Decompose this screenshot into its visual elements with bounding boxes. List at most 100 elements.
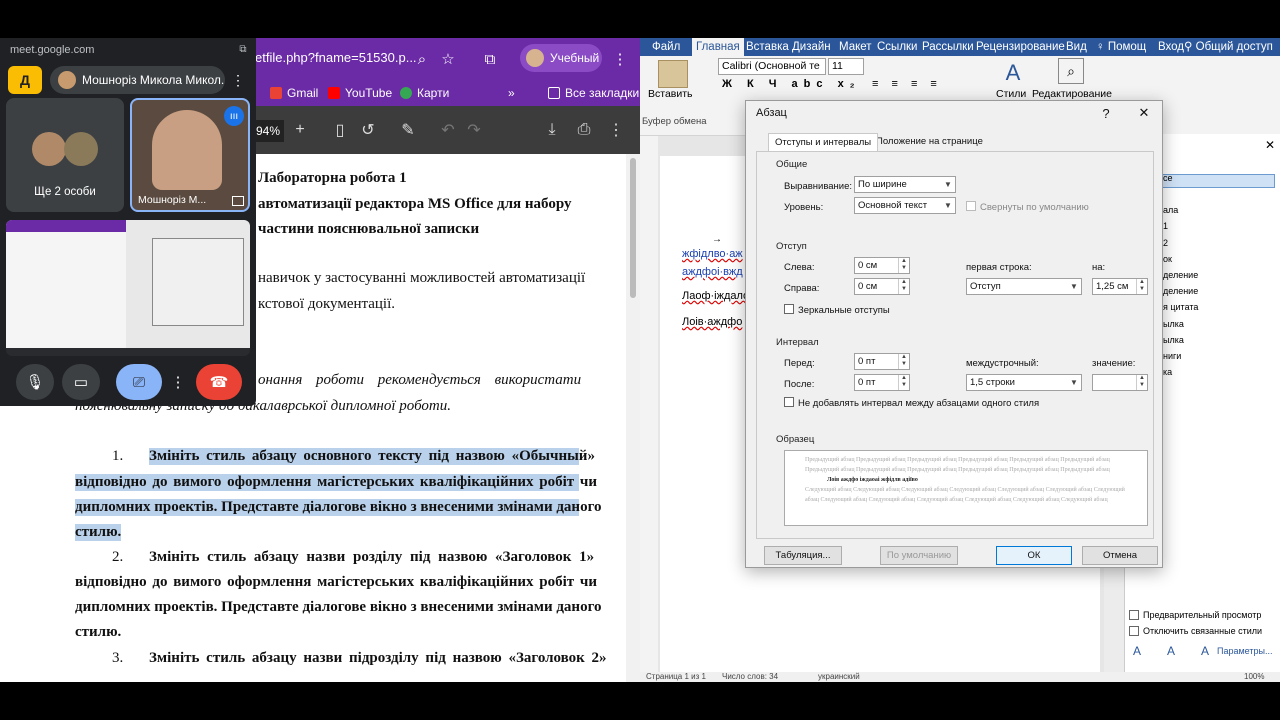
styles-label[interactable]: Стили	[996, 88, 1026, 100]
ok-button[interactable]: ОК	[996, 546, 1072, 565]
tab-insert[interactable]: Вставка	[746, 38, 789, 56]
style-item[interactable]: ылка	[1163, 332, 1198, 348]
tab-file[interactable]: Файл	[652, 38, 680, 56]
help-icon[interactable]: ?	[1096, 104, 1116, 122]
spin-arrows-icon[interactable]: ▲ ▼	[898, 279, 909, 294]
tab-layout[interactable]: Макет	[839, 38, 872, 56]
spin-arrows-icon[interactable]: ▲ ▼	[1136, 279, 1147, 294]
linked-styles-checkbox[interactable]	[1129, 626, 1139, 636]
zoom-in-icon[interactable]: +	[288, 118, 312, 142]
style-item[interactable]: деление	[1163, 267, 1198, 283]
paragraph-buttons[interactable]: ≡ ≡ ≡ ≡	[872, 78, 942, 90]
more-icon[interactable]: ⋮	[228, 68, 248, 92]
style-action-icons[interactable]: A A A	[1133, 644, 1221, 658]
mirror-indents-checkbox[interactable]	[784, 304, 794, 314]
first-line-select[interactable]: Отступ ▼	[966, 278, 1082, 295]
paste-icon[interactable]	[658, 60, 688, 88]
linked-styles-option[interactable]: Отключить связанные стили	[1129, 626, 1262, 636]
alignment-select[interactable]: По ширине ▼	[854, 176, 956, 193]
tab-home[interactable]: Главная	[692, 38, 744, 56]
tab-design[interactable]: Дизайн	[792, 38, 831, 56]
pip-return-icon[interactable]: ⧉	[236, 42, 250, 56]
zoom-input[interactable]: 94%	[252, 120, 284, 142]
style-item[interactable]: ылка	[1163, 316, 1198, 332]
sign-in[interactable]: Вход	[1158, 38, 1184, 56]
tab-references[interactable]: Ссылки	[877, 38, 918, 56]
fit-page-icon[interactable]: ▯	[328, 118, 352, 142]
spacing-after-input[interactable]: 0 пт ▲ ▼	[854, 374, 910, 391]
style-item[interactable]: ниги	[1163, 348, 1198, 364]
search-icon[interactable]: ⌕	[410, 47, 434, 71]
line-spacing-at-input[interactable]: ▲ ▼	[1092, 374, 1148, 391]
tab-view[interactable]: Вид	[1066, 38, 1087, 56]
microphone-icon[interactable]: 🎙	[16, 364, 54, 400]
tell-me[interactable]: ♀ Помощ	[1096, 38, 1146, 56]
style-item[interactable]: ала	[1163, 202, 1198, 218]
style-item[interactable]: се	[1163, 170, 1198, 186]
paste-label[interactable]: Вставить	[648, 88, 693, 100]
tab-mailings[interactable]: Рассылки	[922, 38, 974, 56]
more-icon[interactable]: ⋮	[604, 118, 628, 142]
spin-arrows-icon[interactable]: ▲ ▼	[898, 258, 909, 273]
screen-share-tile[interactable]	[6, 220, 250, 356]
font-size-select[interactable]: 11	[828, 58, 864, 75]
style-item[interactable]: 2	[1163, 235, 1198, 251]
search-icon[interactable]: ⌕	[1058, 58, 1084, 84]
styles-icon[interactable]: A	[998, 58, 1028, 88]
set-default-button[interactable]: По умолчанию	[880, 546, 958, 565]
share-button[interactable]: ⚲ Общий доступ	[1184, 38, 1273, 56]
spacing-before-input[interactable]: 0 пт ▲ ▼	[854, 353, 910, 370]
bookmarks-overflow-icon[interactable]: »	[508, 84, 515, 102]
spin-arrows-icon[interactable]: ▲ ▼	[898, 375, 909, 390]
preview-checkbox[interactable]	[1129, 610, 1139, 620]
font-name-select[interactable]: Calibri (Основной те	[718, 58, 826, 75]
speaker-tile[interactable]: ııı Мошноріз М...	[130, 98, 250, 212]
tab-line-page-breaks[interactable]: Положение на странице	[870, 133, 989, 151]
collapsed-checkbox[interactable]	[966, 201, 976, 211]
spin-arrows-icon[interactable]: ▲ ▼	[898, 354, 909, 369]
preview-option[interactable]: Предварительный просмотр	[1129, 610, 1261, 620]
more-icon[interactable]: ⋮	[168, 364, 188, 400]
download-icon[interactable]: ⤓	[540, 118, 564, 142]
bookmark-youtube[interactable]: YouTube	[328, 84, 392, 102]
indent-right-input[interactable]: 0 см ▲ ▼	[854, 278, 910, 295]
end-call-icon[interactable]: ☎	[196, 364, 242, 400]
styles-list[interactable]: се ала 1 2 ок деление деление я цитата ы…	[1163, 170, 1198, 380]
style-item[interactable]: ка	[1163, 364, 1198, 380]
styles-options-link[interactable]: Параметры...	[1217, 646, 1272, 656]
undo-icon[interactable]: ↶	[436, 118, 460, 142]
first-line-by-input[interactable]: 1,25 см ▲ ▼	[1092, 278, 1148, 295]
close-icon[interactable]: ✕	[1263, 138, 1277, 152]
tabs-button[interactable]: Табуляция...	[764, 546, 842, 565]
camera-icon[interactable]: ▭	[62, 364, 100, 400]
more-icon[interactable]: ⋮	[608, 47, 632, 71]
bookmark-gmail[interactable]: Gmail	[270, 84, 318, 102]
redo-icon[interactable]: ↷	[462, 118, 486, 142]
extensions-icon[interactable]: ⧉	[478, 47, 502, 71]
style-item[interactable]: деление	[1163, 283, 1198, 299]
tab-indents-spacing[interactable]: Отступы и интервалы	[768, 133, 879, 151]
style-item[interactable]: ок	[1163, 251, 1198, 267]
pdf-scroll-thumb[interactable]	[630, 158, 636, 298]
status-zoom[interactable]: 100%	[1244, 672, 1264, 681]
rotate-icon[interactable]: ↺	[356, 118, 380, 142]
presenter-chip[interactable]: Мошноріз Микола Микол...	[50, 66, 225, 94]
line-spacing-select[interactable]: 1,5 строки ▼	[966, 374, 1082, 391]
no-space-same-style-checkbox[interactable]	[784, 397, 794, 407]
profile-button[interactable]: Учебный	[520, 44, 602, 72]
format-buttons[interactable]: Ж К Ч abc x₂	[722, 78, 861, 90]
editing-label[interactable]: Редактирование	[1032, 88, 1112, 100]
annotate-icon[interactable]: ✎	[396, 118, 420, 142]
bookmark-maps[interactable]: Карти	[400, 84, 449, 102]
spin-arrows-icon[interactable]: ▲ ▼	[1136, 375, 1147, 390]
style-item[interactable]: 1	[1163, 218, 1198, 234]
tab-review[interactable]: Рецензирование	[976, 38, 1065, 56]
indent-left-input[interactable]: 0 см ▲ ▼	[854, 257, 910, 274]
others-tile[interactable]: Ще 2 особи	[6, 98, 124, 212]
style-item-selected[interactable]	[1163, 186, 1198, 202]
cancel-button[interactable]: Отмена	[1082, 546, 1158, 565]
style-item[interactable]: я цитата	[1163, 299, 1198, 315]
star-icon[interactable]: ☆	[436, 47, 460, 71]
print-icon[interactable]: ⎙	[572, 118, 596, 142]
all-bookmarks[interactable]: Все закладки	[548, 84, 639, 102]
